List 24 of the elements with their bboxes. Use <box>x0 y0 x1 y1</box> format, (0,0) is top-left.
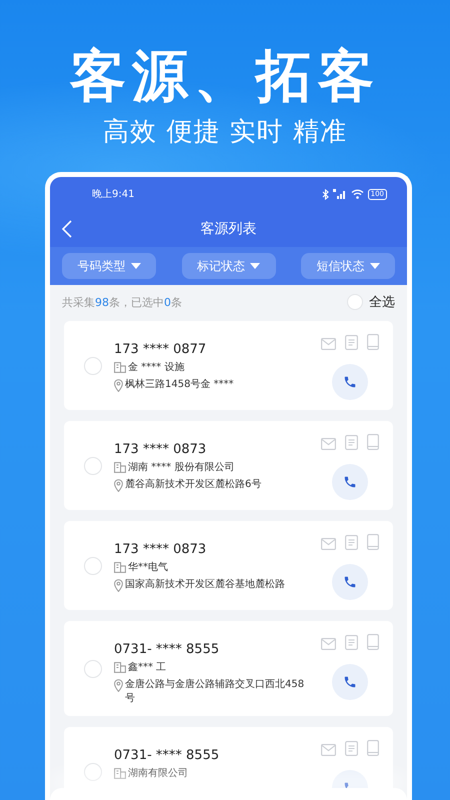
summary-text: 共采集98条，已选中0条 <box>62 294 183 310</box>
address-text: 国家高新技术开发区麓谷基地麓松路 <box>125 578 285 592</box>
phone-number: 173 **** 0873 <box>114 441 208 458</box>
page-title: 客源列表 <box>200 221 256 237</box>
phone-number: 173 **** 0877 <box>114 341 208 358</box>
status-time: 晚上9:41 <box>92 188 134 201</box>
contact-card[interactable]: 173 **** 0873 华**电气 国家高新技术开发区麓谷基地麓松路 <box>64 521 393 610</box>
address-text: 金唐公路与金唐公路辅路交叉口西北458号 <box>125 678 306 706</box>
select-all-toggle[interactable]: 全选 <box>347 293 395 311</box>
company-name: 金 **** 设施 <box>128 361 184 375</box>
contact-card[interactable]: 173 **** 0873 湖南 **** 股份有限公司 麓谷高新技术开发区麓松路6号 <box>64 421 393 510</box>
company-name: 华**电气 <box>128 561 168 575</box>
contact-card[interactable]: 173 **** 0877 金 **** 设施 枫林三路1458号金 **** <box>64 321 393 410</box>
phone-number: 173 **** 0873 <box>114 541 208 558</box>
tagline: 高效 便捷 实时 精准 <box>103 116 347 148</box>
headline: 客源、拓客 <box>70 44 380 110</box>
phone-number: 0731- **** 8555 <box>114 641 220 658</box>
address-text: 麓谷高新技术开发区麓松路6号 <box>125 478 262 492</box>
company-name: 湖南 **** 股份有限公司 <box>128 461 234 475</box>
address-text: 枫林三路1458号金 **** <box>125 378 234 392</box>
phone-number: 0731- **** 8555 <box>114 747 220 764</box>
company-name: 湖南有限公司 <box>128 767 188 781</box>
company-name: 鑫*** 工 <box>128 661 166 675</box>
contact-card[interactable]: 0731- **** 8555 鑫*** 工 金唐公路与金唐公路辅路交叉口西北458号 <box>64 621 393 716</box>
